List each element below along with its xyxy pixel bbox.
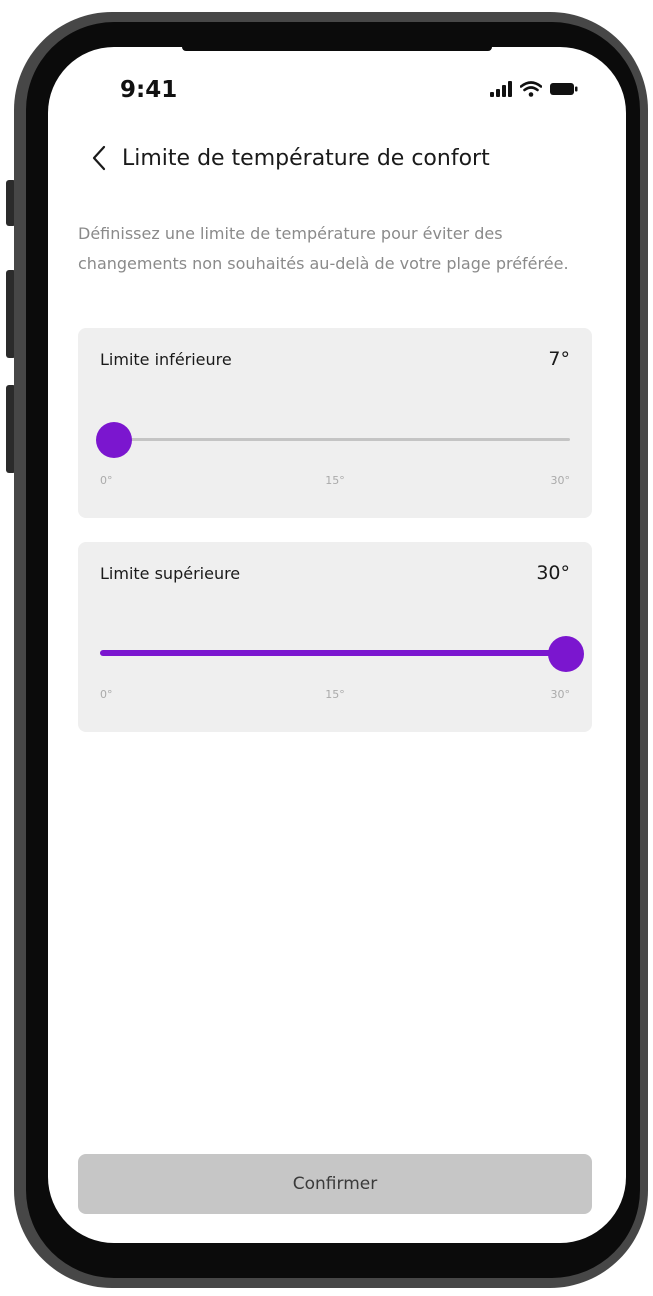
dynamic-island (182, 47, 492, 51)
lower-limit-scale: 0° 15° 30° (100, 474, 570, 490)
lower-limit-card: Limite inférieure 7° 0° 15° 30° (78, 328, 592, 518)
confirm-button[interactable]: Confirmer (78, 1154, 592, 1214)
tick-label-min: 0° (100, 688, 113, 701)
slider-thumb[interactable] (548, 636, 584, 672)
upper-limit-slider[interactable] (100, 634, 584, 674)
upper-limit-card: Limite supérieure 30° 0° 15° 30° (78, 542, 592, 732)
phone-screen: 9:41 Limite de température de confort Dé… (48, 47, 626, 1243)
upper-limit-value: 30° (536, 562, 570, 584)
lower-limit-slider[interactable] (96, 420, 570, 460)
tick-label-mid: 15° (325, 688, 345, 701)
lower-limit-value: 7° (548, 348, 570, 370)
slider-thumb[interactable] (96, 422, 132, 458)
tick-label-min: 0° (100, 474, 113, 487)
slider-track (100, 438, 570, 441)
chevron-left-icon (92, 145, 106, 171)
slider-track-fill (100, 650, 570, 656)
lower-limit-label: Limite inférieure (100, 350, 232, 369)
app-canvas: 9:41 Limite de température de confort Dé… (0, 0, 653, 1296)
page-title: Limite de température de confort (122, 145, 490, 171)
tick-label-max: 30° (550, 688, 571, 701)
description-text: Définissez une limite de température pou… (78, 224, 569, 273)
back-button[interactable] (84, 143, 114, 173)
wifi-icon (520, 81, 542, 97)
upper-limit-label: Limite supérieure (100, 564, 241, 583)
battery-icon (550, 83, 578, 95)
tick-label-mid: 15° (325, 474, 345, 487)
header: Limite de température de confort (84, 143, 490, 173)
status-time: 9:41 (120, 77, 178, 103)
cellular-signal-icon (490, 81, 512, 97)
status-icons (490, 81, 578, 97)
upper-limit-scale: 0° 15° 30° (100, 688, 570, 704)
tick-label-max: 30° (550, 474, 571, 487)
